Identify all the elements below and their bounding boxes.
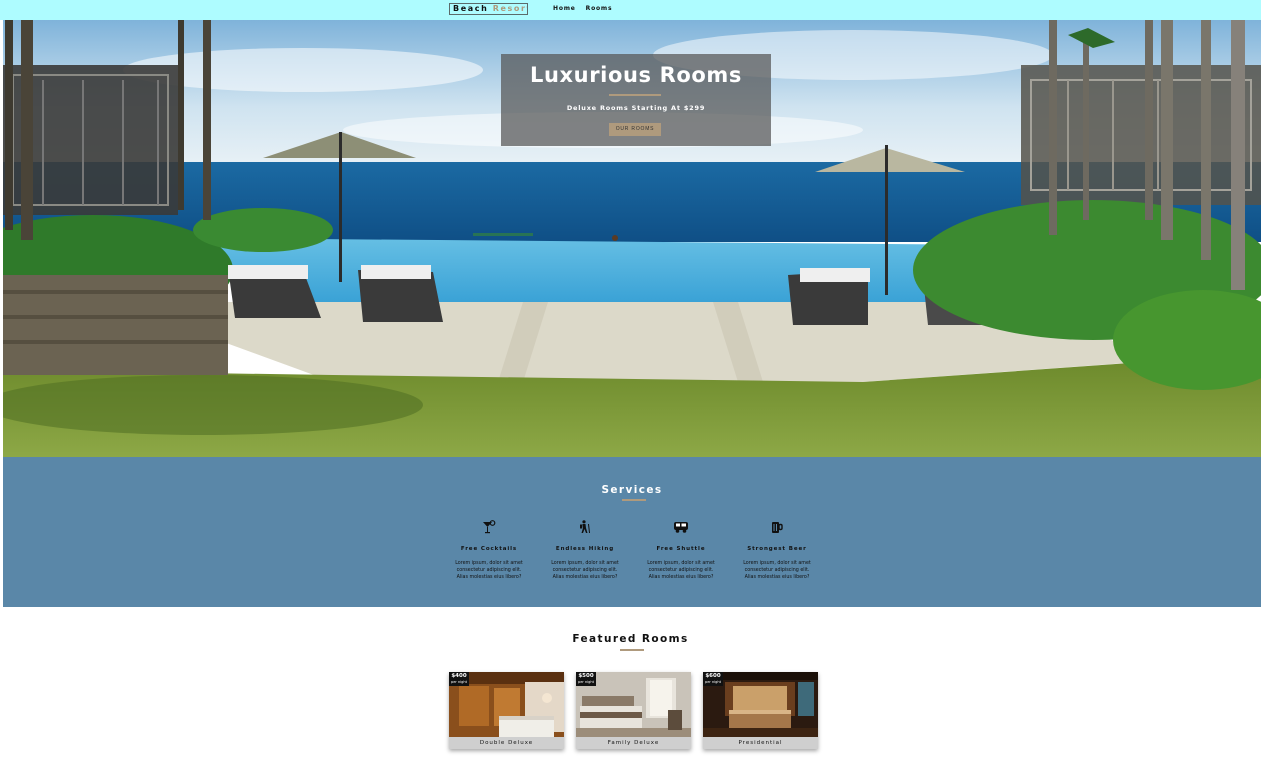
hero-section: Luxurious Rooms Deluxe Rooms Starting At… <box>3 20 1261 457</box>
services-section: Services Free Cocktails Lorem ipsum, dol… <box>3 457 1261 607</box>
nav-link-home[interactable]: Home <box>553 5 576 12</box>
service-name: Strongest Beer <box>747 546 807 552</box>
hero-subtitle: Deluxe Rooms Starting At $299 <box>566 104 706 112</box>
room-price-badge: $400 per night <box>449 672 469 686</box>
service-description: Lorem ipsum, dolor sit amet consectetur … <box>647 561 715 580</box>
room-price-period: per night <box>578 680 594 684</box>
logo[interactable]: Beach Resort <box>449 3 528 15</box>
service-item: Free Cocktails Lorem ipsum, dolor sit am… <box>444 520 534 581</box>
featured-rooms-title: Featured Rooms <box>572 633 689 645</box>
hero-banner: Luxurious Rooms Deluxe Rooms Starting At… <box>501 54 771 146</box>
logo-text-resort: Resort <box>492 4 527 13</box>
beer-icon <box>772 522 783 533</box>
services-title: Services <box>601 484 663 496</box>
room-price-badge: $500 per night <box>576 672 596 686</box>
our-rooms-button[interactable]: OUR ROOMS <box>609 123 661 136</box>
service-description: Lorem ipsum, dolor sit amet consectetur … <box>455 561 523 580</box>
featured-rooms-underline <box>620 649 644 651</box>
service-description: Lorem ipsum, dolor sit amet consectetur … <box>551 561 619 580</box>
room-name: Presidential <box>703 737 818 749</box>
room-name: Family Deluxe <box>576 737 691 749</box>
room-card-family-deluxe[interactable]: $500 per night Family Deluxe <box>576 672 691 749</box>
service-description: Lorem ipsum, dolor sit amet consectetur … <box>743 561 811 580</box>
nav-link-rooms[interactable]: Rooms <box>586 5 613 12</box>
logo-text-beach: Beach <box>453 4 493 13</box>
service-item: Strongest Beer Lorem ipsum, dolor sit am… <box>732 520 822 581</box>
service-name: Endless Hiking <box>555 546 615 552</box>
room-name: Double Deluxe <box>449 737 564 749</box>
service-name: Free Cocktails <box>460 546 518 552</box>
navbar: Beach Resort Home Rooms <box>0 0 1261 20</box>
room-price-period: per night <box>705 680 721 684</box>
service-name: Free Shuttle <box>656 546 706 552</box>
service-item: Endless Hiking Lorem ipsum, dolor sit am… <box>540 520 630 581</box>
room-price: $500 <box>578 673 594 679</box>
nav-links: Home Rooms <box>553 5 612 12</box>
services-title-underline <box>622 499 646 501</box>
shuttle-icon <box>674 522 688 533</box>
room-price: $400 <box>451 673 467 679</box>
hiking-icon <box>580 520 590 534</box>
room-card-double-deluxe[interactable]: $400 per night Double Deluxe <box>449 672 564 749</box>
room-price-badge: $600 per night <box>703 672 723 686</box>
room-card-presidential[interactable]: $600 per night Presidential <box>703 672 818 749</box>
service-item: Free Shuttle Lorem ipsum, dolor sit amet… <box>636 520 726 581</box>
hero-title: Luxurious Rooms <box>530 63 742 87</box>
hero-title-underline <box>609 94 661 96</box>
room-price: $600 <box>705 673 721 679</box>
cocktail-icon <box>483 520 496 534</box>
room-price-period: per night <box>451 680 467 684</box>
